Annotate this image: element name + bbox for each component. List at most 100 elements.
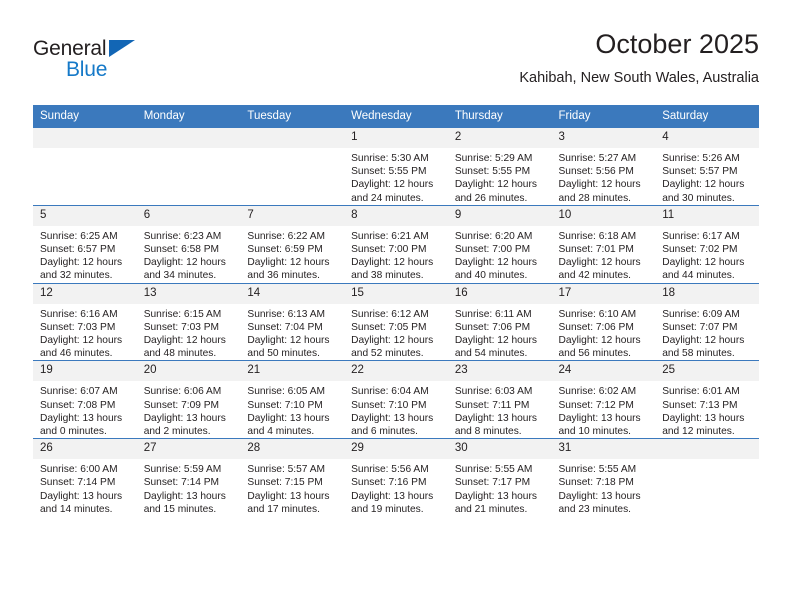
calendar-week-row: 26 Sunrise: 6:00 AM Sunset: 7:14 PM Dayligh… bbox=[33, 438, 759, 517]
calendar-grid: Sunday Monday Tuesday Wednesday Thursday… bbox=[33, 105, 759, 517]
day-details: Sunrise: 6:07 AM Sunset: 7:08 PM Daylight:… bbox=[33, 381, 137, 438]
calendar-day-cell[interactable]: 11 Sunrise: 6:17 AM Sunset: 7:02 PM Dayligh… bbox=[655, 204, 759, 284]
daylight-text-line1: Daylight: 13 hours bbox=[558, 412, 641, 424]
sunrise-text: Sunrise: 5:59 AM bbox=[143, 464, 222, 476]
day-number: 2 bbox=[447, 128, 552, 148]
daylight-text-line1: Daylight: 12 hours bbox=[558, 179, 641, 191]
daylight-text-line2: and 8 minutes. bbox=[454, 426, 522, 438]
calendar-page: General Blue October 2025 Kahibah, New S… bbox=[0, 0, 792, 612]
daylight-text-line1: Daylight: 13 hours bbox=[40, 490, 123, 502]
logo-text-blue: Blue bbox=[66, 58, 108, 81]
weekday-header-tuesday: Tuesday bbox=[240, 105, 345, 128]
daylight-text-line2: and 17 minutes. bbox=[247, 503, 320, 515]
calendar-day-cell[interactable]: 14 Sunrise: 6:13 AM Sunset: 7:04 PM Dayligh… bbox=[240, 282, 345, 361]
sunset-text: Sunset: 7:05 PM bbox=[351, 321, 427, 333]
weekday-header-sunday: Sunday bbox=[33, 105, 137, 128]
sunset-text: Sunset: 7:12 PM bbox=[558, 399, 634, 411]
weekday-header-friday: Friday bbox=[551, 105, 656, 128]
daylight-text-line2: and 24 minutes. bbox=[351, 192, 424, 204]
sunrise-text: Sunrise: 5:29 AM bbox=[454, 153, 533, 164]
daylight-text-line2: and 50 minutes. bbox=[247, 348, 320, 360]
calendar-day-cell[interactable]: 5 Sunrise: 6:25 AM Sunset: 6:57 PM Daylight… bbox=[33, 204, 137, 284]
daylight-text-line2: and 54 minutes. bbox=[454, 348, 528, 360]
calendar-day-cell[interactable]: 21 Sunrise: 6:05 AM Sunset: 7:10 PM Dayligh… bbox=[240, 360, 345, 439]
day-number bbox=[240, 128, 345, 148]
sunrise-text: Sunrise: 6:22 AM bbox=[247, 230, 325, 242]
day-number: 17 bbox=[551, 283, 656, 304]
sunset-text: Sunset: 6:58 PM bbox=[143, 244, 220, 256]
calendar-day-cell[interactable]: 4 Sunrise: 5:26 AM Sunset: 5:57 PM Daylight… bbox=[655, 127, 759, 206]
calendar-day-cell[interactable]: 28 Sunrise: 5:57 AM Sunset: 7:15 PM Dayligh… bbox=[240, 438, 345, 517]
day-details: Sunrise: 6:01 AM Sunset: 7:13 PM Daylight:… bbox=[655, 381, 759, 438]
sunset-text: Sunset: 7:06 PM bbox=[558, 321, 634, 333]
sunrise-text: Sunrise: 5:56 AM bbox=[351, 464, 429, 476]
calendar-day-cell[interactable]: 8 Sunrise: 6:21 AM Sunset: 7:00 PM Daylight… bbox=[344, 204, 448, 284]
day-details: Sunrise: 6:09 AM Sunset: 7:07 PM Daylight:… bbox=[655, 304, 759, 361]
calendar-day-cell[interactable]: 3 Sunrise: 5:27 AM Sunset: 5:56 PM Daylight… bbox=[551, 127, 656, 206]
daylight-text-line2: and 6 minutes. bbox=[351, 426, 418, 438]
daylight-text-line1: Daylight: 13 hours bbox=[351, 412, 434, 424]
calendar-day-cell-empty bbox=[136, 127, 241, 206]
calendar-day-cell[interactable]: 27 Sunrise: 5:59 AM Sunset: 7:14 PM Dayligh… bbox=[136, 438, 241, 517]
daylight-text-line2: and 42 minutes. bbox=[558, 270, 632, 282]
sunset-text: Sunset: 5:57 PM bbox=[662, 166, 738, 178]
daylight-text-line1: Daylight: 13 hours bbox=[454, 412, 537, 424]
calendar-day-cell[interactable]: 30 Sunrise: 5:55 AM Sunset: 7:17 PM Dayligh… bbox=[447, 438, 552, 517]
calendar-day-cell[interactable]: 16 Sunrise: 6:11 AM Sunset: 7:06 PM Dayligh… bbox=[447, 282, 552, 361]
day-number: 20 bbox=[136, 361, 241, 382]
day-details: Sunrise: 6:05 AM Sunset: 7:10 PM Daylight:… bbox=[240, 381, 344, 438]
calendar-day-cell[interactable]: 12 Sunrise: 6:16 AM Sunset: 7:03 PM Dayligh… bbox=[33, 282, 137, 361]
sunset-text: Sunset: 7:16 PM bbox=[351, 477, 427, 489]
calendar-day-cell[interactable]: 17 Sunrise: 6:10 AM Sunset: 7:06 PM Dayligh… bbox=[551, 282, 656, 361]
daylight-text-line1: Daylight: 12 hours bbox=[143, 335, 226, 347]
calendar-day-cell[interactable]: 6 Sunrise: 6:23 AM Sunset: 6:58 PM Daylight… bbox=[136, 204, 241, 284]
calendar-day-cell[interactable]: 22 Sunrise: 6:04 AM Sunset: 7:10 PM Dayligh… bbox=[344, 360, 448, 439]
calendar-day-cell[interactable]: 25 Sunrise: 6:01 AM Sunset: 7:13 PM Dayligh… bbox=[655, 360, 759, 439]
calendar-day-cell[interactable]: 15 Sunrise: 6:12 AM Sunset: 7:05 PM Dayligh… bbox=[344, 282, 448, 361]
calendar-day-cell[interactable]: 1 Sunrise: 5:30 AM Sunset: 5:55 PM Daylight… bbox=[344, 127, 448, 206]
day-number: 28 bbox=[240, 439, 345, 460]
day-number bbox=[655, 439, 759, 460]
day-number: 12 bbox=[33, 283, 137, 304]
calendar-day-cell[interactable]: 24 Sunrise: 6:02 AM Sunset: 7:12 PM Dayligh… bbox=[551, 360, 656, 439]
calendar-day-cell[interactable]: 31 Sunrise: 5:55 AM Sunset: 7:18 PM Dayligh… bbox=[551, 438, 656, 517]
day-number: 3 bbox=[551, 128, 656, 148]
calendar-day-cell[interactable]: 29 Sunrise: 5:56 AM Sunset: 7:16 PM Dayligh… bbox=[344, 438, 448, 517]
daylight-text-line2: and 21 minutes. bbox=[454, 503, 528, 515]
calendar-day-cell[interactable]: 7 Sunrise: 6:22 AM Sunset: 6:59 PM Daylight… bbox=[240, 204, 345, 284]
sunrise-text: Sunrise: 6:07 AM bbox=[40, 386, 118, 398]
daylight-text-line1: Daylight: 12 hours bbox=[662, 257, 745, 269]
calendar-day-cell[interactable]: 18 Sunrise: 6:09 AM Sunset: 7:07 PM Dayligh… bbox=[655, 282, 759, 361]
daylight-text-line1: Daylight: 12 hours bbox=[143, 257, 226, 269]
calendar-day-cell[interactable]: 13 Sunrise: 6:15 AM Sunset: 7:03 PM Dayligh… bbox=[136, 282, 241, 361]
sunrise-text: Sunrise: 6:02 AM bbox=[558, 386, 637, 398]
daylight-text-line2: and 36 minutes. bbox=[247, 270, 320, 282]
calendar-day-cell[interactable]: 2 Sunrise: 5:29 AM Sunset: 5:55 PM Daylight… bbox=[447, 127, 552, 206]
day-details: Sunrise: 6:06 AM Sunset: 7:09 PM Daylight:… bbox=[137, 381, 241, 438]
daylight-text-line1: Daylight: 13 hours bbox=[247, 490, 330, 502]
day-details: Sunrise: 5:59 AM Sunset: 7:14 PM Daylight:… bbox=[137, 459, 241, 516]
day-number bbox=[33, 128, 137, 148]
sunrise-text: Sunrise: 6:11 AM bbox=[454, 308, 532, 320]
calendar-day-cell[interactable]: 9 Sunrise: 6:20 AM Sunset: 7:00 PM Daylight… bbox=[447, 204, 552, 284]
daylight-text-line2: and 28 minutes. bbox=[558, 192, 632, 204]
sunrise-text: Sunrise: 6:10 AM bbox=[558, 308, 637, 320]
day-number: 30 bbox=[447, 439, 552, 460]
day-number: 21 bbox=[240, 361, 345, 382]
sunset-text: Sunset: 7:00 PM bbox=[454, 244, 531, 256]
calendar-day-cell[interactable]: 23 Sunrise: 6:03 AM Sunset: 7:11 PM Dayligh… bbox=[447, 360, 552, 439]
sunset-text: Sunset: 7:11 PM bbox=[454, 399, 530, 411]
calendar-day-cell[interactable]: 10 Sunrise: 6:18 AM Sunset: 7:01 PM Dayligh… bbox=[551, 204, 656, 284]
daylight-text-line2: and 26 minutes. bbox=[454, 192, 528, 204]
daylight-text-line2: and 32 minutes. bbox=[40, 270, 113, 282]
sunrise-text: Sunrise: 5:55 AM bbox=[558, 464, 637, 476]
calendar-day-cell[interactable]: 26 Sunrise: 6:00 AM Sunset: 7:14 PM Dayligh… bbox=[33, 438, 137, 517]
calendar-day-cell[interactable]: 20 Sunrise: 6:06 AM Sunset: 7:09 PM Dayligh… bbox=[136, 360, 241, 439]
calendar-day-cell[interactable]: 19 Sunrise: 6:07 AM Sunset: 7:08 PM Dayligh… bbox=[33, 360, 137, 439]
calendar-day-cell-empty bbox=[240, 127, 345, 206]
daylight-text-line1: Daylight: 13 hours bbox=[662, 412, 745, 424]
page-title: October 2025 bbox=[595, 29, 759, 59]
sunrise-text: Sunrise: 6:16 AM bbox=[40, 308, 118, 320]
daylight-text-line1: Daylight: 12 hours bbox=[454, 257, 537, 269]
sunset-text: Sunset: 7:06 PM bbox=[454, 321, 531, 333]
